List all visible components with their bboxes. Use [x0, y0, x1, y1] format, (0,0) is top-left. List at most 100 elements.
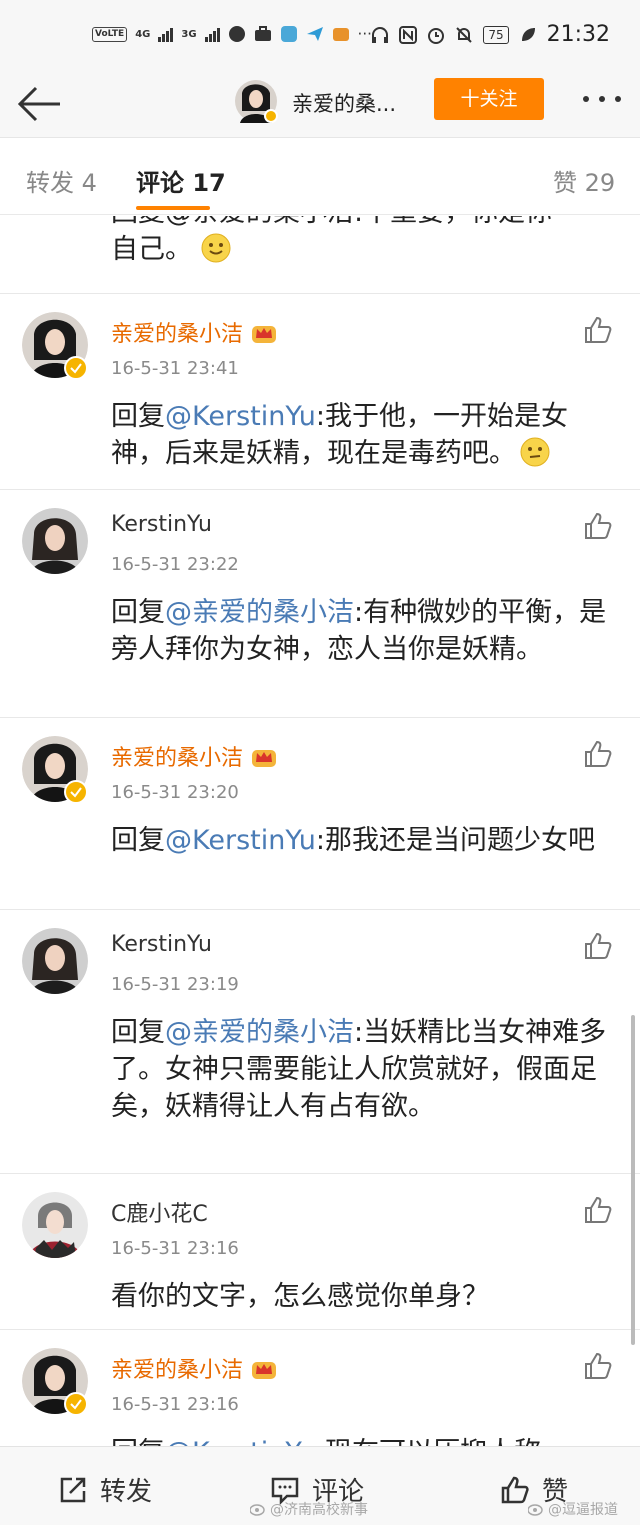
headphones-icon: [372, 26, 389, 43]
repost-button[interactable]: 转发: [58, 1471, 152, 1508]
comment-time: 16-5-31 23:41: [111, 358, 239, 379]
crown-icon: [252, 750, 277, 767]
avatar[interactable]: [22, 508, 88, 574]
mention-link[interactable]: @亲爱的桑小洁: [165, 1017, 354, 1048]
verified-icon: [64, 1392, 88, 1416]
comment-time: 16-5-31 23:16: [111, 1394, 239, 1415]
send-icon: [306, 27, 323, 41]
tab-bar: 转发 4 评论 17 赞 29: [0, 139, 640, 215]
mute-bell-icon: [456, 26, 473, 43]
briefcase-icon: [254, 26, 271, 41]
app-icon: [228, 26, 245, 42]
status-more: ···: [357, 25, 372, 43]
app-square-icon: [280, 26, 297, 42]
net1-label: 4G: [135, 28, 151, 40]
tab-repost[interactable]: 转发 4: [26, 163, 97, 198]
nav-title[interactable]: 亲爱的桑...: [292, 88, 396, 118]
mention-link[interactable]: @亲爱的桑小洁: [165, 597, 354, 628]
like-thumb-icon[interactable]: [584, 512, 612, 540]
watermark-left: @济南高校新事: [250, 1499, 368, 1519]
net2-label: 3G: [181, 28, 197, 40]
comment-item: C鹿小花C 16-5-31 23:16 看你的文字，怎么感觉你单身？: [0, 1174, 640, 1330]
author-name[interactable]: 亲爱的桑小洁: [111, 1358, 243, 1383]
comment-text: 看你的文字，怎么感觉你单身？: [111, 1278, 621, 1315]
reply-prefix: 回复: [111, 825, 165, 856]
back-arrow-icon[interactable]: [16, 84, 62, 124]
like-thumb-icon[interactable]: [584, 1196, 612, 1224]
weibo-logo-icon: [528, 1504, 543, 1516]
crown-icon: [252, 1362, 277, 1379]
comment-time: 16-5-31 23:22: [111, 554, 239, 575]
comment-text-line1: 回复@亲爱的桑小洁:不重要，你是你: [111, 216, 552, 228]
mention-link[interactable]: @KerstinYu: [165, 1437, 316, 1446]
comment-time: 16-5-31 23:19: [111, 974, 239, 995]
status-right: 75 21:32: [371, 22, 610, 47]
like-thumb-icon[interactable]: [584, 740, 612, 768]
clock: 21:32: [546, 22, 610, 47]
app-orange-icon: [332, 28, 349, 41]
comment-item: KerstinYu 16-5-31 23:22 回复@亲爱的桑小洁:有种微妙的平…: [0, 490, 640, 718]
comment-item: 亲爱的桑小洁 16-5-31 23:16 回复@KerstinYu:现在可以压抑…: [0, 1330, 640, 1446]
mention-link[interactable]: @KerstinYu: [165, 401, 316, 432]
comment-author[interactable]: C鹿小花C: [111, 1196, 208, 1228]
like-thumb-icon: [501, 1476, 529, 1503]
comment-author[interactable]: 亲爱的桑小洁: [111, 1352, 277, 1384]
alarm-icon: [428, 27, 445, 44]
comment-text: 回复@亲爱的桑小洁:当妖精比当女神难多了。女神只需要能让人欣赏就好，假面足矣，妖…: [111, 1014, 621, 1125]
status-bar: VoLTE 4G 3G ··· 75 21:32: [0, 0, 640, 72]
reply-prefix: 回复: [111, 401, 165, 432]
watermark-left-text: @济南高校新事: [270, 1502, 368, 1518]
thinking-emoji-icon: [520, 437, 550, 467]
like-thumb-icon[interactable]: [584, 932, 612, 960]
comment-item: 亲爱的桑小洁 16-5-31 23:41 回复@KerstinYu:我于他，一开…: [0, 294, 640, 490]
comment-body: :那我还是当问题少女吧: [315, 825, 595, 856]
comment-time: 16-5-31 23:20: [111, 782, 239, 803]
tab-comment[interactable]: 评论 17: [136, 163, 226, 198]
verified-icon: [64, 780, 88, 804]
like-thumb-icon[interactable]: [584, 316, 612, 344]
tab-likes[interactable]: 赞 29: [553, 163, 615, 198]
comment-list[interactable]: 回复@亲爱的桑小洁:不重要，你是你 自己。 亲爱的桑小洁 16-5-31 23:…: [0, 216, 640, 1446]
comment-author[interactable]: 亲爱的桑小洁: [111, 316, 277, 348]
nav-bar: 亲爱的桑... 十关注: [0, 72, 640, 138]
repost-label: 转发: [100, 1477, 153, 1507]
bottom-action-bar: 转发 评论 赞 @济南高校新事 @逗逼报道: [0, 1446, 640, 1525]
weibo-comments-screen: VoLTE 4G 3G ··· 75 21:32 亲爱的桑... 十关注 转发 …: [0, 0, 640, 1525]
comment-text: 回复@KerstinYu:那我还是当问题少女吧: [111, 822, 621, 859]
watermark-right: @逗逼报道: [528, 1499, 618, 1519]
watermark-right-text: @逗逼报道: [548, 1502, 618, 1518]
smile-emoji-icon: [201, 233, 231, 263]
avatar[interactable]: [22, 928, 88, 994]
comment-time: 16-5-31 23:16: [111, 1238, 239, 1259]
volte-indicator: VoLTE: [92, 26, 128, 42]
author-name[interactable]: 亲爱的桑小洁: [111, 322, 243, 347]
tab-active-indicator: [136, 206, 210, 210]
nfc-icon: [399, 25, 418, 44]
reply-prefix: 回复: [111, 1437, 165, 1446]
comment-item: KerstinYu 16-5-31 23:19 回复@亲爱的桑小洁:当妖精比当女…: [0, 910, 640, 1174]
scrollbar[interactable]: [631, 1015, 635, 1345]
like-thumb-icon[interactable]: [584, 1352, 612, 1380]
author-name[interactable]: 亲爱的桑小洁: [111, 746, 243, 771]
battery-icon: 75: [483, 25, 509, 44]
signal2-icon: [204, 26, 220, 42]
status-left: VoLTE 4G 3G ···: [92, 25, 372, 43]
comment-item: 回复@亲爱的桑小洁:不重要，你是你 自己。: [0, 216, 640, 294]
leaf-icon: [521, 27, 535, 41]
comment-text: 回复@KerstinYu:我于他，一开始是女神，后来是妖精，现在是毒药吧。: [111, 398, 621, 472]
mention-link[interactable]: @KerstinYu: [165, 825, 316, 856]
comment-author[interactable]: KerstinYu: [111, 932, 212, 957]
avatar[interactable]: [22, 1192, 88, 1258]
comment-author[interactable]: KerstinYu: [111, 512, 212, 537]
comment-author[interactable]: 亲爱的桑小洁: [111, 740, 277, 772]
more-dots-icon[interactable]: [580, 92, 624, 106]
comment-text: 回复@亲爱的桑小洁:不重要，你是你 自己。: [111, 216, 621, 268]
nav-avatar[interactable]: [234, 79, 278, 123]
comment-body: 看你的文字，怎么感觉你单身？: [111, 1281, 489, 1312]
comment-item: 亲爱的桑小洁 16-5-31 23:20 回复@KerstinYu:那我还是当问…: [0, 718, 640, 910]
reply-prefix: 回复: [111, 597, 165, 628]
signal1-icon: [158, 26, 174, 42]
repost-icon: [60, 1477, 86, 1502]
comment-text: 回复@KerstinYu:现在可以压抑人称: [111, 1434, 621, 1446]
follow-button[interactable]: 十关注: [434, 78, 544, 120]
